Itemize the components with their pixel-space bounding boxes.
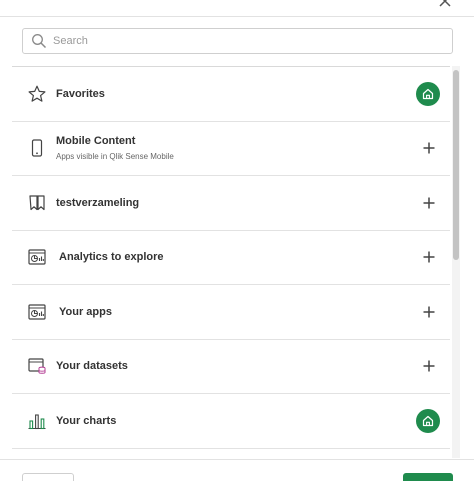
collection-item-analytics-to-explore[interactable]: Analytics to explore — [12, 231, 450, 285]
collection-label: Mobile Content — [56, 135, 136, 148]
star-icon — [28, 85, 46, 102]
app-icon — [28, 304, 46, 320]
collection-item-favorites[interactable]: Favorites — [12, 67, 450, 122]
app-icon — [28, 249, 46, 265]
search-icon — [32, 34, 47, 49]
collection-list: Favorites Mobile Content Apps visible in… — [12, 66, 450, 456]
chart-icon — [28, 414, 46, 429]
collection-item-mobile-content[interactable]: Mobile Content Apps visible in Qlik Sens… — [12, 122, 450, 176]
add-icon[interactable] — [422, 250, 436, 264]
collection-label: testverzameling — [56, 196, 140, 209]
confirm-button[interactable] — [403, 473, 453, 481]
collection-item-your-apps[interactable]: Your apps — [12, 285, 450, 340]
add-icon[interactable] — [422, 141, 436, 155]
collection-label: Your datasets — [56, 360, 128, 373]
collection-label: Your apps — [59, 305, 112, 318]
mobile-icon — [31, 139, 43, 157]
collection-item-your-datasets[interactable]: Your datasets — [12, 340, 450, 394]
panel-footer — [0, 459, 474, 481]
cancel-button[interactable] — [22, 473, 74, 481]
dataset-icon — [28, 358, 46, 374]
collection-item-testverzameling[interactable]: testverzameling — [12, 176, 450, 231]
search-box[interactable] — [22, 28, 453, 54]
collection-label: Your charts — [56, 414, 117, 427]
home-button[interactable] — [416, 408, 440, 433]
add-icon[interactable] — [422, 305, 436, 319]
panel-header — [0, 0, 474, 17]
collection-subtitle: Apps visible in Qlik Sense Mobile — [56, 152, 174, 162]
bookmark-icon — [29, 195, 45, 210]
close-icon[interactable] — [438, 0, 452, 8]
add-icon[interactable] — [422, 359, 436, 373]
collection-item-your-charts[interactable]: Your charts — [12, 394, 450, 449]
scrollbar-thumb[interactable] — [453, 70, 459, 260]
add-icon[interactable] — [422, 196, 436, 210]
home-icon — [422, 415, 434, 426]
collection-label: Favorites — [56, 87, 105, 100]
search-input[interactable] — [53, 29, 452, 53]
collections-panel: Favorites Mobile Content Apps visible in… — [0, 0, 474, 481]
home-button[interactable] — [416, 81, 440, 106]
home-icon — [422, 88, 434, 99]
collection-label: Analytics to explore — [59, 251, 164, 264]
